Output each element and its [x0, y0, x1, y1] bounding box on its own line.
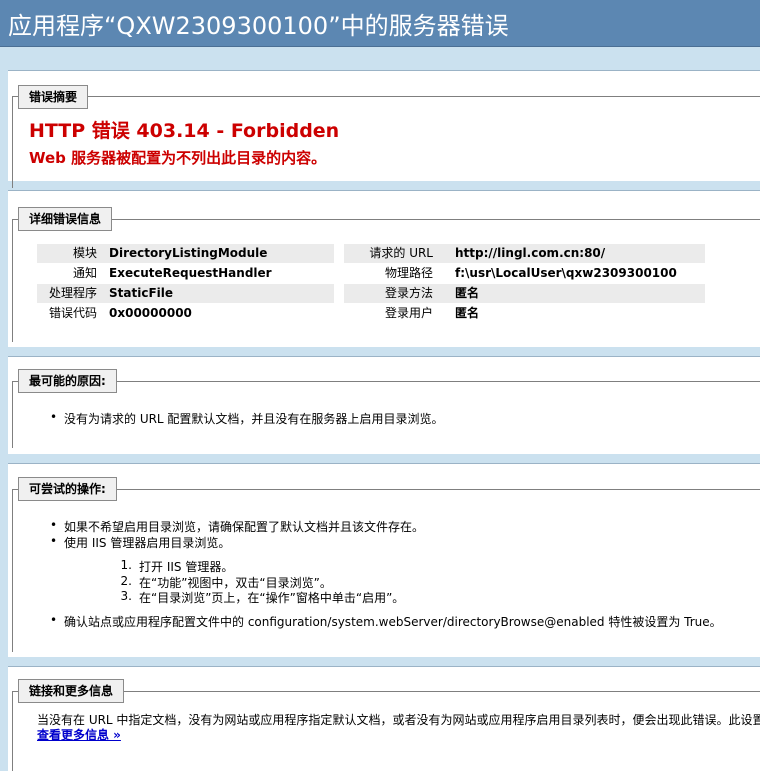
- bullet-icon: •: [50, 613, 58, 627]
- error-subtitle: Web 服务器被配置为不列出此目录的内容。: [29, 149, 327, 167]
- detail-row: 模块 DirectoryListingModule: [37, 244, 334, 263]
- detail-value: 0x00000000: [109, 306, 192, 320]
- detail-row: 请求的 URL http://lingl.com.cn:80/: [344, 244, 705, 263]
- action-text: 使用 IIS 管理器启用目录浏览。: [64, 536, 231, 550]
- bullet-icon: •: [50, 518, 58, 532]
- step-number: 3.: [120, 589, 132, 603]
- detail-key: 登录用户: [384, 306, 433, 320]
- bullet-icon: •: [50, 410, 58, 424]
- detail-value: 匿名: [455, 306, 480, 320]
- action-text: 如果不希望启用目录浏览，请确保配置了默认文档并且该文件存在。: [64, 520, 425, 534]
- step-text: 在“目录浏览”页上，在“操作”窗格中单击“启用”。: [139, 591, 405, 605]
- detail-value: StaticFile: [109, 286, 174, 300]
- detail-key: 请求的 URL: [369, 246, 433, 260]
- detail-row: 登录方法 匿名: [344, 284, 705, 303]
- detail-key: 物理路径: [384, 266, 433, 280]
- detail-row: 登录用户 匿名: [344, 304, 705, 323]
- actions-legend: 可尝试的操作:: [18, 477, 117, 501]
- bullet-icon: •: [50, 534, 58, 548]
- cause-text: 没有为请求的 URL 配置默认文档，并且没有在服务器上启用目录浏览。: [64, 412, 444, 426]
- detail-value: ExecuteRequestHandler: [109, 266, 272, 280]
- detail-value: http://lingl.com.cn:80/: [455, 246, 606, 260]
- links-text: 当没有在 URL 中指定文档，没有为网站或应用程序指定默认文档，或者没有为网站或…: [37, 713, 760, 727]
- step-text: 打开 IIS 管理器。: [139, 560, 234, 574]
- step-number: 1.: [120, 558, 132, 572]
- detail-value: f:\usr\LocalUser\qxw2309300100: [455, 266, 677, 280]
- more-info-wrap: 查看更多信息 »: [37, 726, 121, 743]
- detail-row: 通知 ExecuteRequestHandler: [37, 264, 334, 283]
- links-frame: [12, 691, 760, 771]
- page-header: 应用程序“QXW2309300100”中的服务器错误: [0, 0, 760, 47]
- detail-key: 通知: [72, 266, 97, 280]
- links-legend: 链接和更多信息: [18, 679, 125, 703]
- detail-value: 匿名: [455, 286, 480, 300]
- detail-row: 物理路径 f:\usr\LocalUser\qxw2309300100: [344, 264, 705, 283]
- step-number: 2.: [120, 574, 132, 588]
- detail-key: 错误代码: [48, 306, 97, 320]
- action-text: 确认站点或应用程序配置文件中的 configuration/system.web…: [64, 615, 722, 629]
- detail-value: DirectoryListingModule: [109, 246, 268, 260]
- more-info-link[interactable]: 查看更多信息 »: [37, 728, 121, 742]
- detail-key: 处理程序: [48, 286, 97, 300]
- detail-row: 处理程序 StaticFile: [37, 284, 334, 303]
- causes-legend: 最可能的原因:: [18, 369, 117, 393]
- detail-key: 登录方法: [384, 286, 433, 300]
- detail-key: 模块: [72, 246, 97, 260]
- summary-legend: 错误摘要: [18, 85, 89, 109]
- detail-row: 错误代码 0x00000000: [37, 304, 334, 323]
- page-title: 应用程序“QXW2309300100”中的服务器错误: [8, 12, 509, 40]
- error-title: HTTP 错误 403.14 - Forbidden: [29, 120, 340, 142]
- details-legend: 详细错误信息: [18, 207, 113, 231]
